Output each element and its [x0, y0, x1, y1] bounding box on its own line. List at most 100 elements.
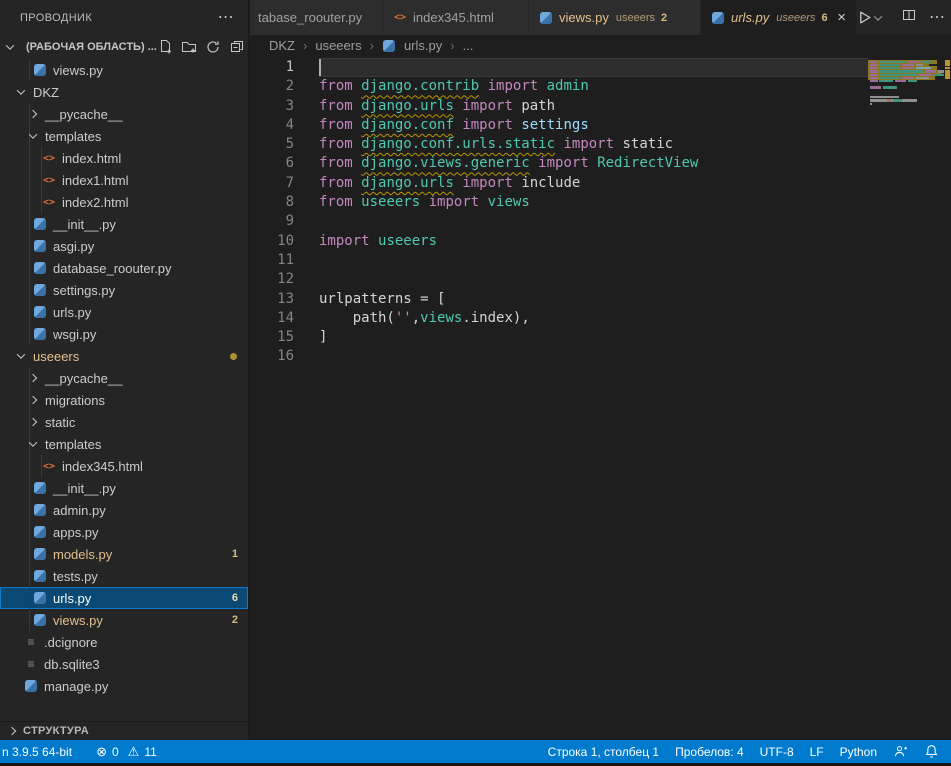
chevron-right-icon: ›: [370, 38, 374, 53]
tab-tabase_roouter.py[interactable]: tabase_roouter.py: [250, 0, 383, 35]
tree-item-index345.html[interactable]: <>index345.html: [0, 455, 248, 477]
breadcrumb-item-DKZ[interactable]: DKZ: [269, 38, 295, 53]
overview-ruler[interactable]: [944, 56, 951, 740]
editor-more-actions-icon[interactable]: ⋯: [929, 14, 945, 22]
new-folder-button[interactable]: [181, 39, 197, 55]
new-file-button[interactable]: [157, 39, 173, 55]
breadcrumb-item-useeers[interactable]: useeers: [315, 38, 361, 53]
breadcrumb-item-...[interactable]: ...: [463, 38, 474, 53]
tree-item-database_roouter.py[interactable]: database_roouter.py: [0, 257, 248, 279]
text-cursor: [319, 59, 321, 76]
split-editor-button[interactable]: [901, 7, 917, 28]
tree-item-apps.py[interactable]: apps.py: [0, 521, 248, 543]
tree-item-label: templates: [45, 129, 101, 144]
tree-item-views.py[interactable]: views.py: [0, 59, 248, 81]
python-icon: [34, 482, 46, 494]
tree-item-migrations[interactable]: migrations: [0, 389, 248, 411]
code-line-6[interactable]: 6from django.views.generic import Redire…: [250, 154, 951, 173]
python-icon: [34, 328, 46, 340]
tree-item-__pycache__[interactable]: __pycache__: [0, 103, 248, 125]
status-eol[interactable]: LF: [802, 740, 832, 763]
code-line-2[interactable]: 2from django.contrib import admin: [250, 77, 951, 96]
tree-item-urls.py[interactable]: urls.py: [0, 301, 248, 323]
problems-badge: 6: [232, 592, 238, 604]
explorer-sidebar: ПРОВОДНИК ⋯ (РАБОЧАЯ ОБЛАСТЬ) ... views.…: [0, 0, 249, 740]
status-python-version[interactable]: n 3.9.5 64-bit: [0, 740, 80, 763]
code-line-8[interactable]: 8from useeers import views: [250, 193, 951, 212]
file-icon-py: [711, 11, 725, 25]
run-python-file-button[interactable]: [856, 9, 889, 26]
code-line-7[interactable]: 7from django.urls import include: [250, 174, 951, 193]
code-line-14[interactable]: 14 path('',views.index),: [250, 309, 951, 328]
code-line-3[interactable]: 3from django.urls import path: [250, 97, 951, 116]
code-line-16[interactable]: 16: [250, 347, 951, 366]
code-line-4[interactable]: 4from django.conf import settings: [250, 116, 951, 135]
feedback-icon[interactable]: [885, 740, 916, 763]
file-icon-py: [33, 305, 47, 319]
tree-item-settings.py[interactable]: settings.py: [0, 279, 248, 301]
line-number: 6: [250, 154, 294, 173]
tree-item-db.sqlite3[interactable]: ≡db.sqlite3: [0, 653, 248, 675]
tree-item-DKZ[interactable]: DKZ: [0, 81, 248, 103]
tree-item-tests.py[interactable]: tests.py: [0, 565, 248, 587]
line-number: 10: [250, 232, 294, 251]
tree-item-label: tests.py: [53, 569, 98, 584]
status-problems[interactable]: ⊗ 0 ⚠ 11: [88, 740, 165, 763]
tree-item-__init__.py[interactable]: __init__.py: [0, 213, 248, 235]
tree-item-urls.py[interactable]: urls.py6: [0, 587, 248, 609]
chevron-down-icon: [6, 41, 14, 49]
tree-item-admin.py[interactable]: admin.py: [0, 499, 248, 521]
chevron-right-icon: [29, 110, 37, 118]
explorer-title: ПРОВОДНИК: [20, 12, 92, 24]
code-line-text: path('',views.index),: [319, 309, 868, 328]
tree-item-.dcignore[interactable]: ≡.dcignore: [0, 631, 248, 653]
tree-item-templates[interactable]: templates: [0, 433, 248, 455]
tree-item-static[interactable]: static: [0, 411, 248, 433]
tree-item-wsgi.py[interactable]: wsgi.py: [0, 323, 248, 345]
workspace-section-header[interactable]: (РАБОЧАЯ ОБЛАСТЬ) ...: [0, 35, 248, 58]
code-line-10[interactable]: 10import useeers: [250, 232, 951, 251]
code-line-11[interactable]: 11: [250, 251, 951, 270]
status-language[interactable]: Python: [832, 740, 885, 763]
tree-item-useeers[interactable]: useeers: [0, 345, 248, 367]
run-dropdown-chevron-icon[interactable]: [874, 12, 882, 20]
explorer-more-actions-icon[interactable]: ⋯: [218, 13, 234, 23]
tree-item-__pycache__[interactable]: __pycache__: [0, 367, 248, 389]
code-line-15[interactable]: 15]: [250, 328, 951, 347]
tree-item-manage.py[interactable]: manage.py: [0, 675, 248, 697]
code-line-9[interactable]: 9: [250, 212, 951, 231]
tree-item-label: index2.html: [62, 195, 128, 210]
chevron-right-icon: [8, 727, 16, 735]
outline-section-header[interactable]: СТРУКТУРА: [0, 721, 248, 740]
code-line-5[interactable]: 5from django.conf.urls.static import sta…: [250, 135, 951, 154]
tree-item-index2.html[interactable]: <>index2.html: [0, 191, 248, 213]
collapse-all-button[interactable]: [229, 39, 245, 55]
tree-item-models.py[interactable]: models.py1: [0, 543, 248, 565]
file-icon-py: [33, 591, 47, 605]
tree-item-templates[interactable]: templates: [0, 125, 248, 147]
refresh-button[interactable]: [205, 39, 221, 55]
notifications-bell-icon[interactable]: [916, 740, 947, 763]
code-line-13[interactable]: 13urlpatterns = [: [250, 290, 951, 309]
tab-views.py[interactable]: views.pyuseeers2: [529, 0, 701, 35]
status-indentation[interactable]: Пробелов: 4: [667, 740, 752, 763]
tab-urls.py[interactable]: urls.pyuseeers6×: [701, 0, 856, 35]
code-editor[interactable]: 12from django.contrib import admin3from …: [250, 56, 951, 740]
tab-index345.html[interactable]: <>index345.html: [383, 0, 529, 35]
tree-item-index1.html[interactable]: <>index1.html: [0, 169, 248, 191]
tree-item-__init__.py[interactable]: __init__.py: [0, 477, 248, 499]
status-encoding[interactable]: UTF-8: [752, 740, 802, 763]
python-icon: [34, 614, 46, 626]
python-icon: [34, 526, 46, 538]
code-line-1[interactable]: 1: [250, 58, 951, 77]
minimap[interactable]: [868, 57, 944, 740]
code-line-12[interactable]: 12: [250, 270, 951, 289]
status-cursor-position[interactable]: Строка 1, столбец 1: [540, 740, 667, 763]
tree-item-index.html[interactable]: <>index.html: [0, 147, 248, 169]
tree-item-views.py[interactable]: views.py2: [0, 609, 248, 631]
breadcrumb-item-urls.py[interactable]: urls.py: [404, 38, 442, 53]
tree-item-label: manage.py: [44, 679, 108, 694]
tree-item-asgi.py[interactable]: asgi.py: [0, 235, 248, 257]
close-tab-icon[interactable]: ×: [837, 12, 846, 24]
tab-bar: tabase_roouter.py<>index345.htmlviews.py…: [250, 0, 951, 35]
